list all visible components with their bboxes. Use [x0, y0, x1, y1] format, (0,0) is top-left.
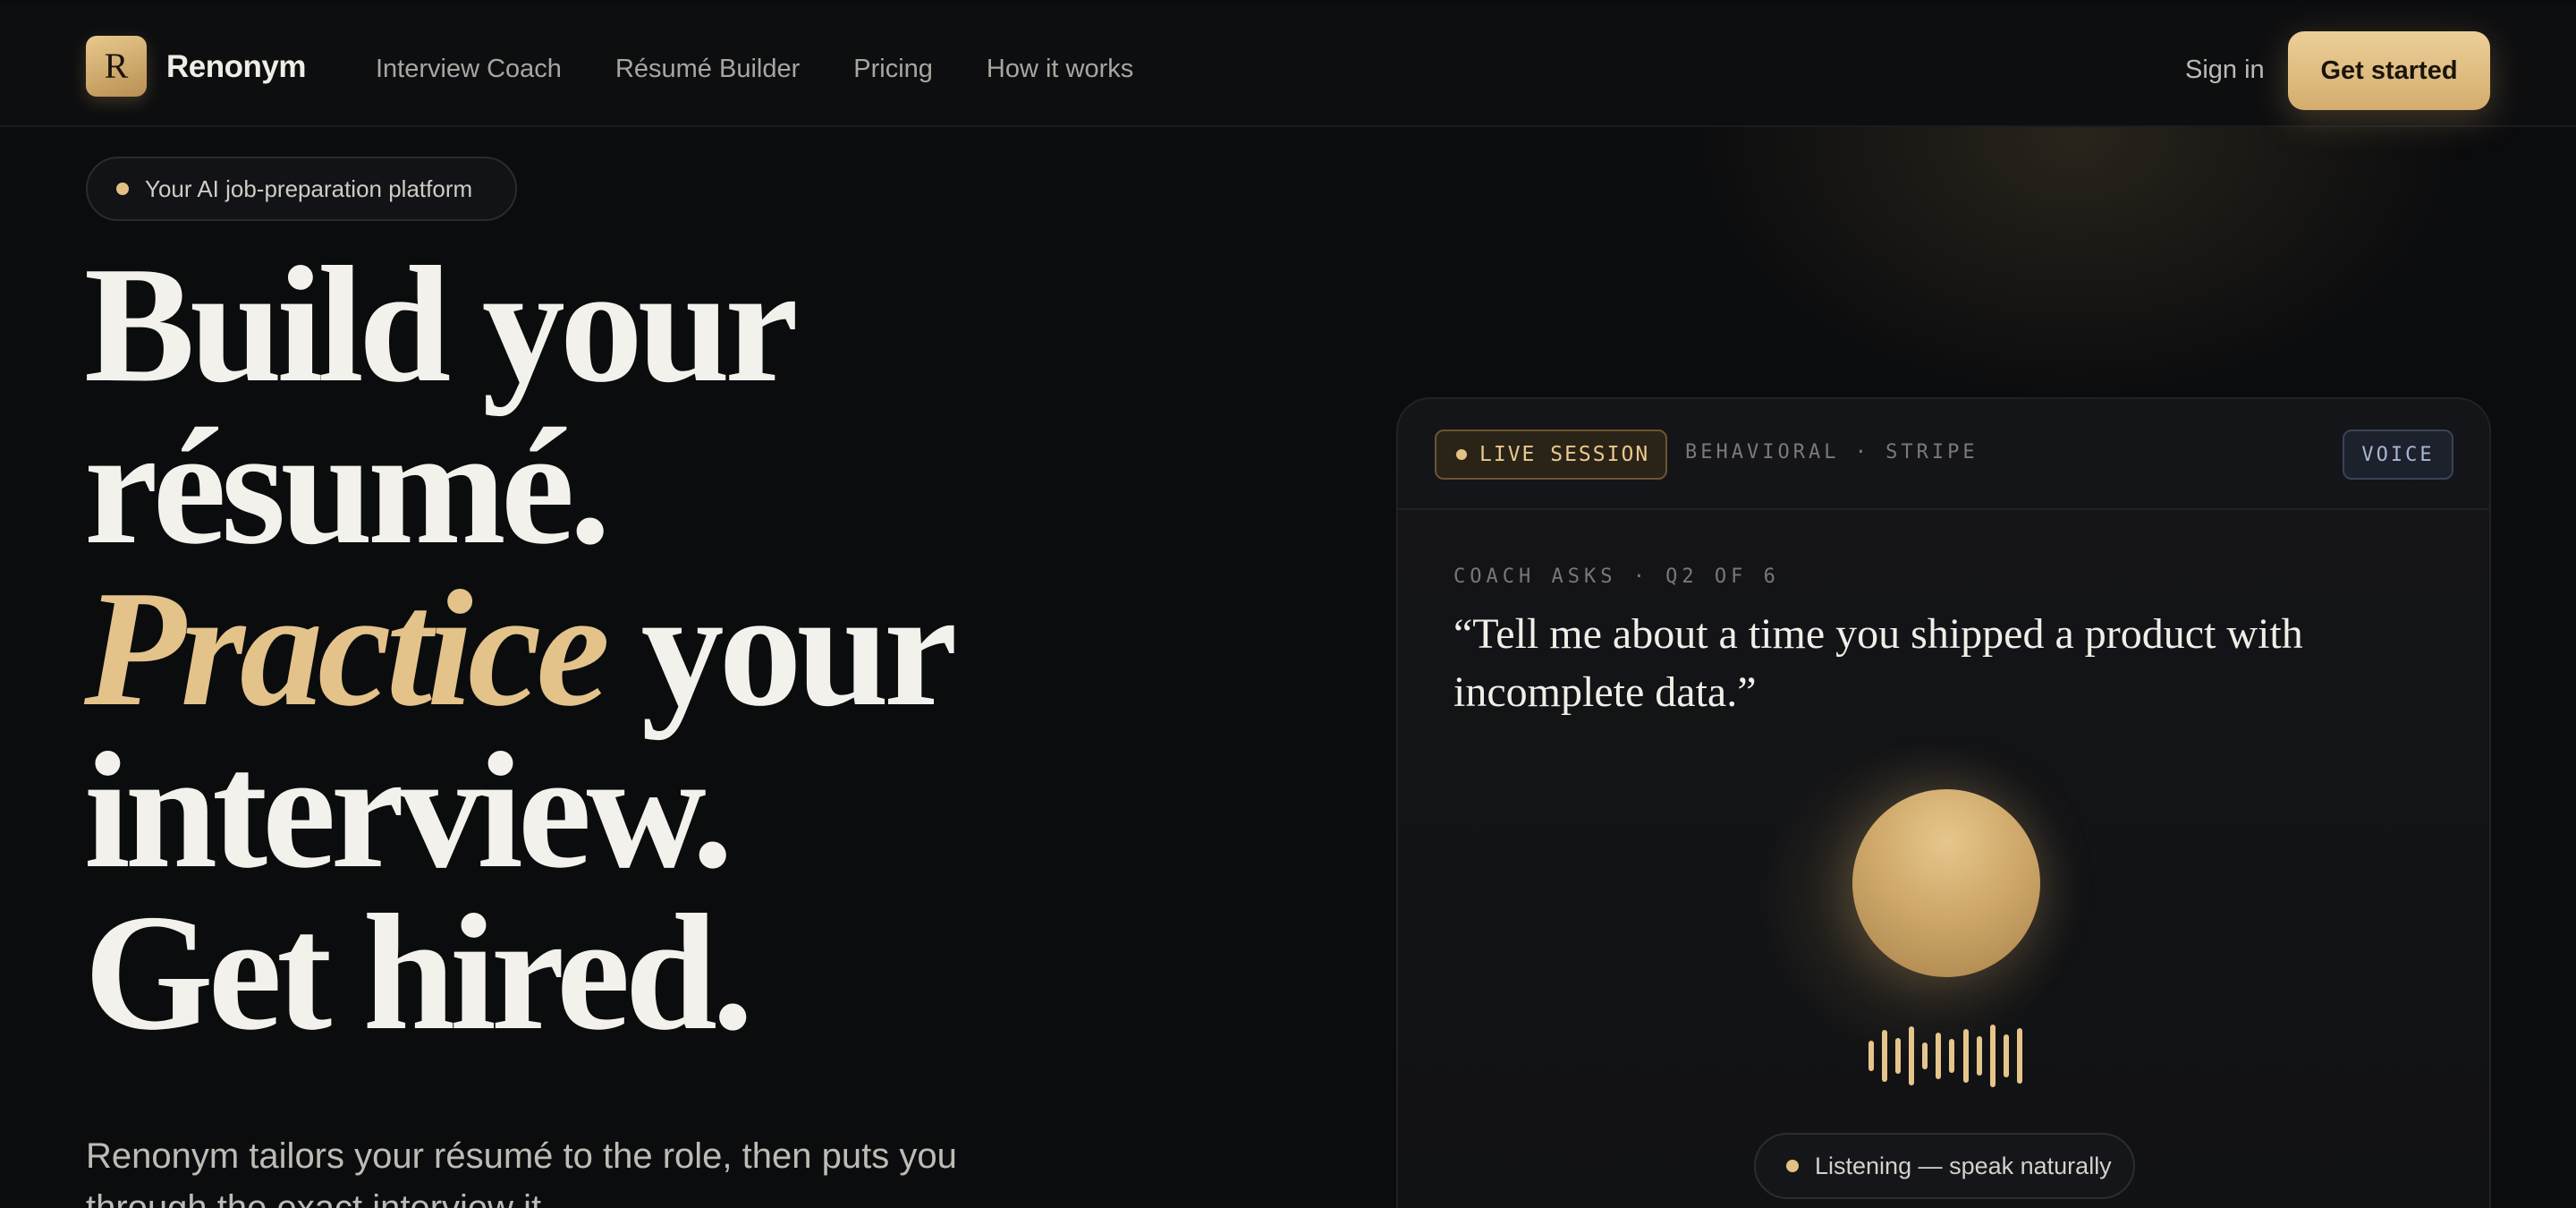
- headline-line-5: Get hired.: [84, 880, 754, 1065]
- headline-emphasis: Practice: [84, 557, 610, 741]
- live-session-card: LIVE SESSION BEHAVIORAL · STRIPE VOICE C…: [1396, 397, 2491, 1208]
- badge-dot-icon: [116, 183, 129, 195]
- voice-orb-icon: [1852, 789, 2040, 977]
- wave-bar: [1909, 1026, 1915, 1085]
- page: R Renonym Interview Coach Résumé Builder…: [0, 4, 2576, 1208]
- wave-bar: [1976, 1036, 1982, 1076]
- headline-line-3-rest: your: [605, 557, 958, 741]
- wave-bar: [2003, 1034, 2009, 1077]
- interview-question: “Tell me about a time you shipped a prod…: [1453, 610, 2303, 716]
- top-navigation: R Renonym Interview Coach Résumé Builder…: [0, 4, 2576, 127]
- live-session-badge: LIVE SESSION: [1435, 430, 1667, 480]
- wave-bar: [1962, 1029, 1969, 1083]
- hero-subtext: Renonym tailors your résumé to the role,…: [86, 1136, 957, 1208]
- headline-line-2: résumé.: [84, 395, 611, 579]
- listening-dot-icon: [1786, 1160, 1799, 1172]
- headline-line-1: Build your: [84, 233, 799, 417]
- get-started-button[interactable]: Get started: [2288, 31, 2490, 110]
- nav-link-resume-builder[interactable]: Résumé Builder: [615, 55, 800, 84]
- platform-badge: Your AI job-preparation platform: [86, 157, 517, 221]
- voice-mode-badge[interactable]: VOICE: [2343, 430, 2453, 480]
- brand-name[interactable]: Renonym: [166, 49, 306, 85]
- live-session-label: LIVE SESSION: [1479, 443, 1650, 466]
- listening-status-label: Listening — speak naturally: [1815, 1152, 2112, 1179]
- headline-line-3: Practice your: [84, 566, 1157, 732]
- wave-bar: [1989, 1025, 1996, 1087]
- platform-badge-label: Your AI job-preparation platform: [145, 174, 473, 202]
- wave-bar: [1882, 1030, 1888, 1082]
- coach-question-label: COACH ASKS · Q2 OF 6: [1453, 566, 1780, 588]
- nav-link-pricing[interactable]: Pricing: [853, 55, 933, 84]
- nav-link-interview-coach[interactable]: Interview Coach: [376, 55, 562, 84]
- logo-mark[interactable]: R: [86, 36, 147, 97]
- wave-bar: [1936, 1033, 1942, 1079]
- nav-link-how-it-works[interactable]: How it works: [987, 55, 1133, 84]
- live-dot-icon: [1456, 449, 1467, 460]
- wave-bar: [2016, 1028, 2022, 1084]
- sign-in-link[interactable]: Sign in: [2185, 55, 2265, 85]
- session-card-header: LIVE SESSION BEHAVIORAL · STRIPE VOICE: [1398, 399, 2489, 510]
- audio-waveform-icon: [1868, 1023, 2022, 1089]
- wave-bar: [1949, 1039, 1955, 1073]
- headline-line-4: interview.: [84, 719, 733, 903]
- session-meta: BEHAVIORAL · STRIPE: [1685, 441, 1979, 464]
- wave-bar: [1895, 1038, 1902, 1074]
- listening-status: Listening — speak naturally: [1754, 1133, 2135, 1199]
- nav-links: Interview Coach Résumé Builder Pricing H…: [376, 55, 1133, 84]
- wave-bar: [1922, 1042, 1928, 1069]
- hero-headline: Build your résumé. Practice your intervi…: [84, 233, 1157, 1065]
- wave-bar: [1868, 1041, 1874, 1071]
